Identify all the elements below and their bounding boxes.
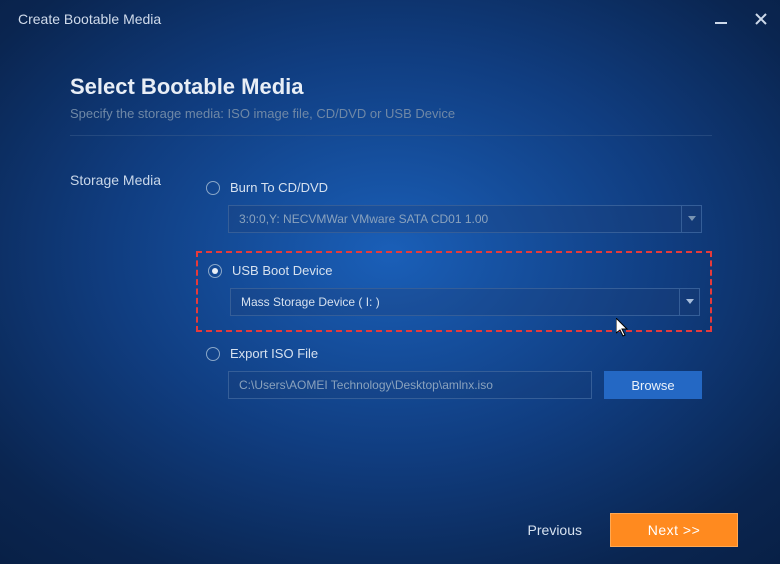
footer: Previous Next >> [0,496,780,564]
window: Create Bootable Media Select Bootable Me… [0,0,780,564]
usb-select-value: Mass Storage Device ( I: ) [241,295,380,309]
cd-select-value: 3:0:0,Y: NECVMWar VMware SATA CD01 1.00 [239,212,488,226]
option-usb-label: USB Boot Device [232,263,332,278]
form-area: Storage Media Burn To CD/DVD 3:0:0,Y: NE… [70,172,712,407]
options: Burn To CD/DVD 3:0:0,Y: NECVMWar VMware … [196,172,712,407]
previous-button[interactable]: Previous [528,522,582,538]
divider [70,135,712,136]
option-cd-label: Burn To CD/DVD [230,180,328,195]
option-iso: Export ISO File C:\Users\AOMEI Technolog… [196,338,712,407]
radio-usb[interactable] [208,264,222,278]
radio-cd[interactable] [206,181,220,195]
content: Select Bootable Media Specify the storag… [0,38,780,407]
page-subheading: Specify the storage media: ISO image fil… [70,106,712,121]
option-iso-row[interactable]: Export ISO File [206,346,702,361]
minimize-icon[interactable] [714,12,728,26]
close-icon[interactable] [754,12,768,26]
page-heading: Select Bootable Media [70,74,712,100]
next-button[interactable]: Next >> [610,513,738,547]
chevron-down-icon[interactable] [681,206,701,232]
next-button-label: Next >> [648,522,701,538]
option-usb-row[interactable]: USB Boot Device [208,263,700,278]
option-iso-label: Export ISO File [230,346,318,361]
radio-iso[interactable] [206,347,220,361]
storage-media-label: Storage Media [70,172,196,407]
option-cd: Burn To CD/DVD 3:0:0,Y: NECVMWar VMware … [196,172,712,241]
option-usb-highlight: USB Boot Device Mass Storage Device ( I:… [196,251,712,332]
usb-select[interactable]: Mass Storage Device ( I: ) [230,288,700,316]
chevron-down-icon[interactable] [679,289,699,315]
browse-button-label: Browse [631,378,674,393]
iso-path-field[interactable]: C:\Users\AOMEI Technology\Desktop\amlnx.… [228,371,592,399]
titlebar-actions [714,12,768,26]
titlebar: Create Bootable Media [0,0,780,38]
iso-path-value: C:\Users\AOMEI Technology\Desktop\amlnx.… [239,378,493,392]
browse-button[interactable]: Browse [604,371,702,399]
option-cd-row[interactable]: Burn To CD/DVD [206,180,702,195]
cd-select[interactable]: 3:0:0,Y: NECVMWar VMware SATA CD01 1.00 [228,205,702,233]
window-title: Create Bootable Media [18,11,161,27]
